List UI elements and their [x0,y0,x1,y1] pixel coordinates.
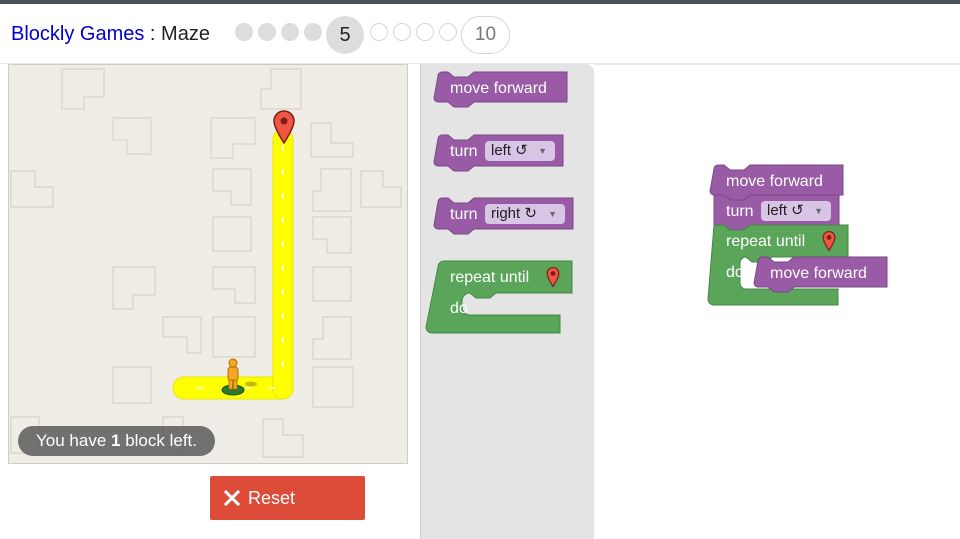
toolbox-turn-right-block[interactable]: turn right ↻ ▼ [433,197,575,235]
reset-button-label: Reset [248,488,296,508]
toolbox-turn-left-block[interactable]: turn left ↺ ▼ [433,134,565,172]
blocks-left-status: You have 1 block left. [18,426,216,456]
game-name: Maze [161,23,210,45]
turn-direction-value: left ↺ [491,142,528,159]
turn-label: turn [726,203,754,220]
move-forward-label: move forward [770,265,867,282]
maze-background [10,68,402,458]
toolbox-repeat-until-block[interactable]: repeat until do [425,260,574,337]
chevron-down-icon: ▼ [538,146,547,156]
page-title: Blockly Games : Maze [11,23,210,46]
pegman-icon [221,358,257,396]
turn-label: turn [450,143,478,160]
level-1-dot[interactable] [235,23,253,41]
app-home-link[interactable]: Blockly Games [11,23,144,45]
level-2-dot[interactable] [258,23,276,41]
workspace-inner-move-forward-block[interactable]: move forward [753,256,888,293]
map-marker-icon [546,267,560,287]
toolbox-move-forward-block[interactable]: move forward [433,71,568,108]
current-level-indicator[interactable]: 5 [326,16,364,54]
map-marker-icon [822,231,836,251]
move-forward-label: move forward [726,173,823,190]
chevron-down-icon: ▼ [548,209,557,219]
last-level-indicator[interactable]: 10 [461,16,510,54]
header: Blockly Games : Maze 5 10 [0,4,960,64]
turn-direction-value: right ↻ [491,205,537,222]
level-8-dot[interactable] [416,23,434,41]
workspace-divider [594,64,960,65]
turn-direction-dropdown[interactable]: left ↺ ▼ [761,201,831,221]
repeat-until-label: repeat until [726,233,806,250]
title-separator: : [144,23,162,45]
level-4-dot[interactable] [304,23,322,41]
maze-board [8,64,408,464]
status-suffix: block left. [120,431,198,450]
turn-direction-dropdown[interactable]: right ↻ ▼ [485,204,565,224]
move-forward-label: move forward [450,80,547,97]
level-9-dot[interactable] [439,23,457,41]
status-prefix: You have [36,431,111,450]
close-icon [223,489,241,507]
reset-button[interactable]: Reset [210,476,365,520]
workspace-move-forward-block[interactable]: move forward [709,164,844,201]
chevron-down-icon: ▼ [814,206,823,216]
turn-label: turn [450,206,478,223]
do-label: do [450,300,468,317]
level-6-dot[interactable] [370,23,388,41]
repeat-until-label: repeat until [450,269,530,286]
turn-direction-value: left ↺ [767,202,804,219]
map-marker-icon [273,110,295,144]
level-7-dot[interactable] [393,23,411,41]
turn-direction-dropdown[interactable]: left ↺ ▼ [485,141,555,161]
do-label: do [726,264,744,281]
level-3-dot[interactable] [281,23,299,41]
